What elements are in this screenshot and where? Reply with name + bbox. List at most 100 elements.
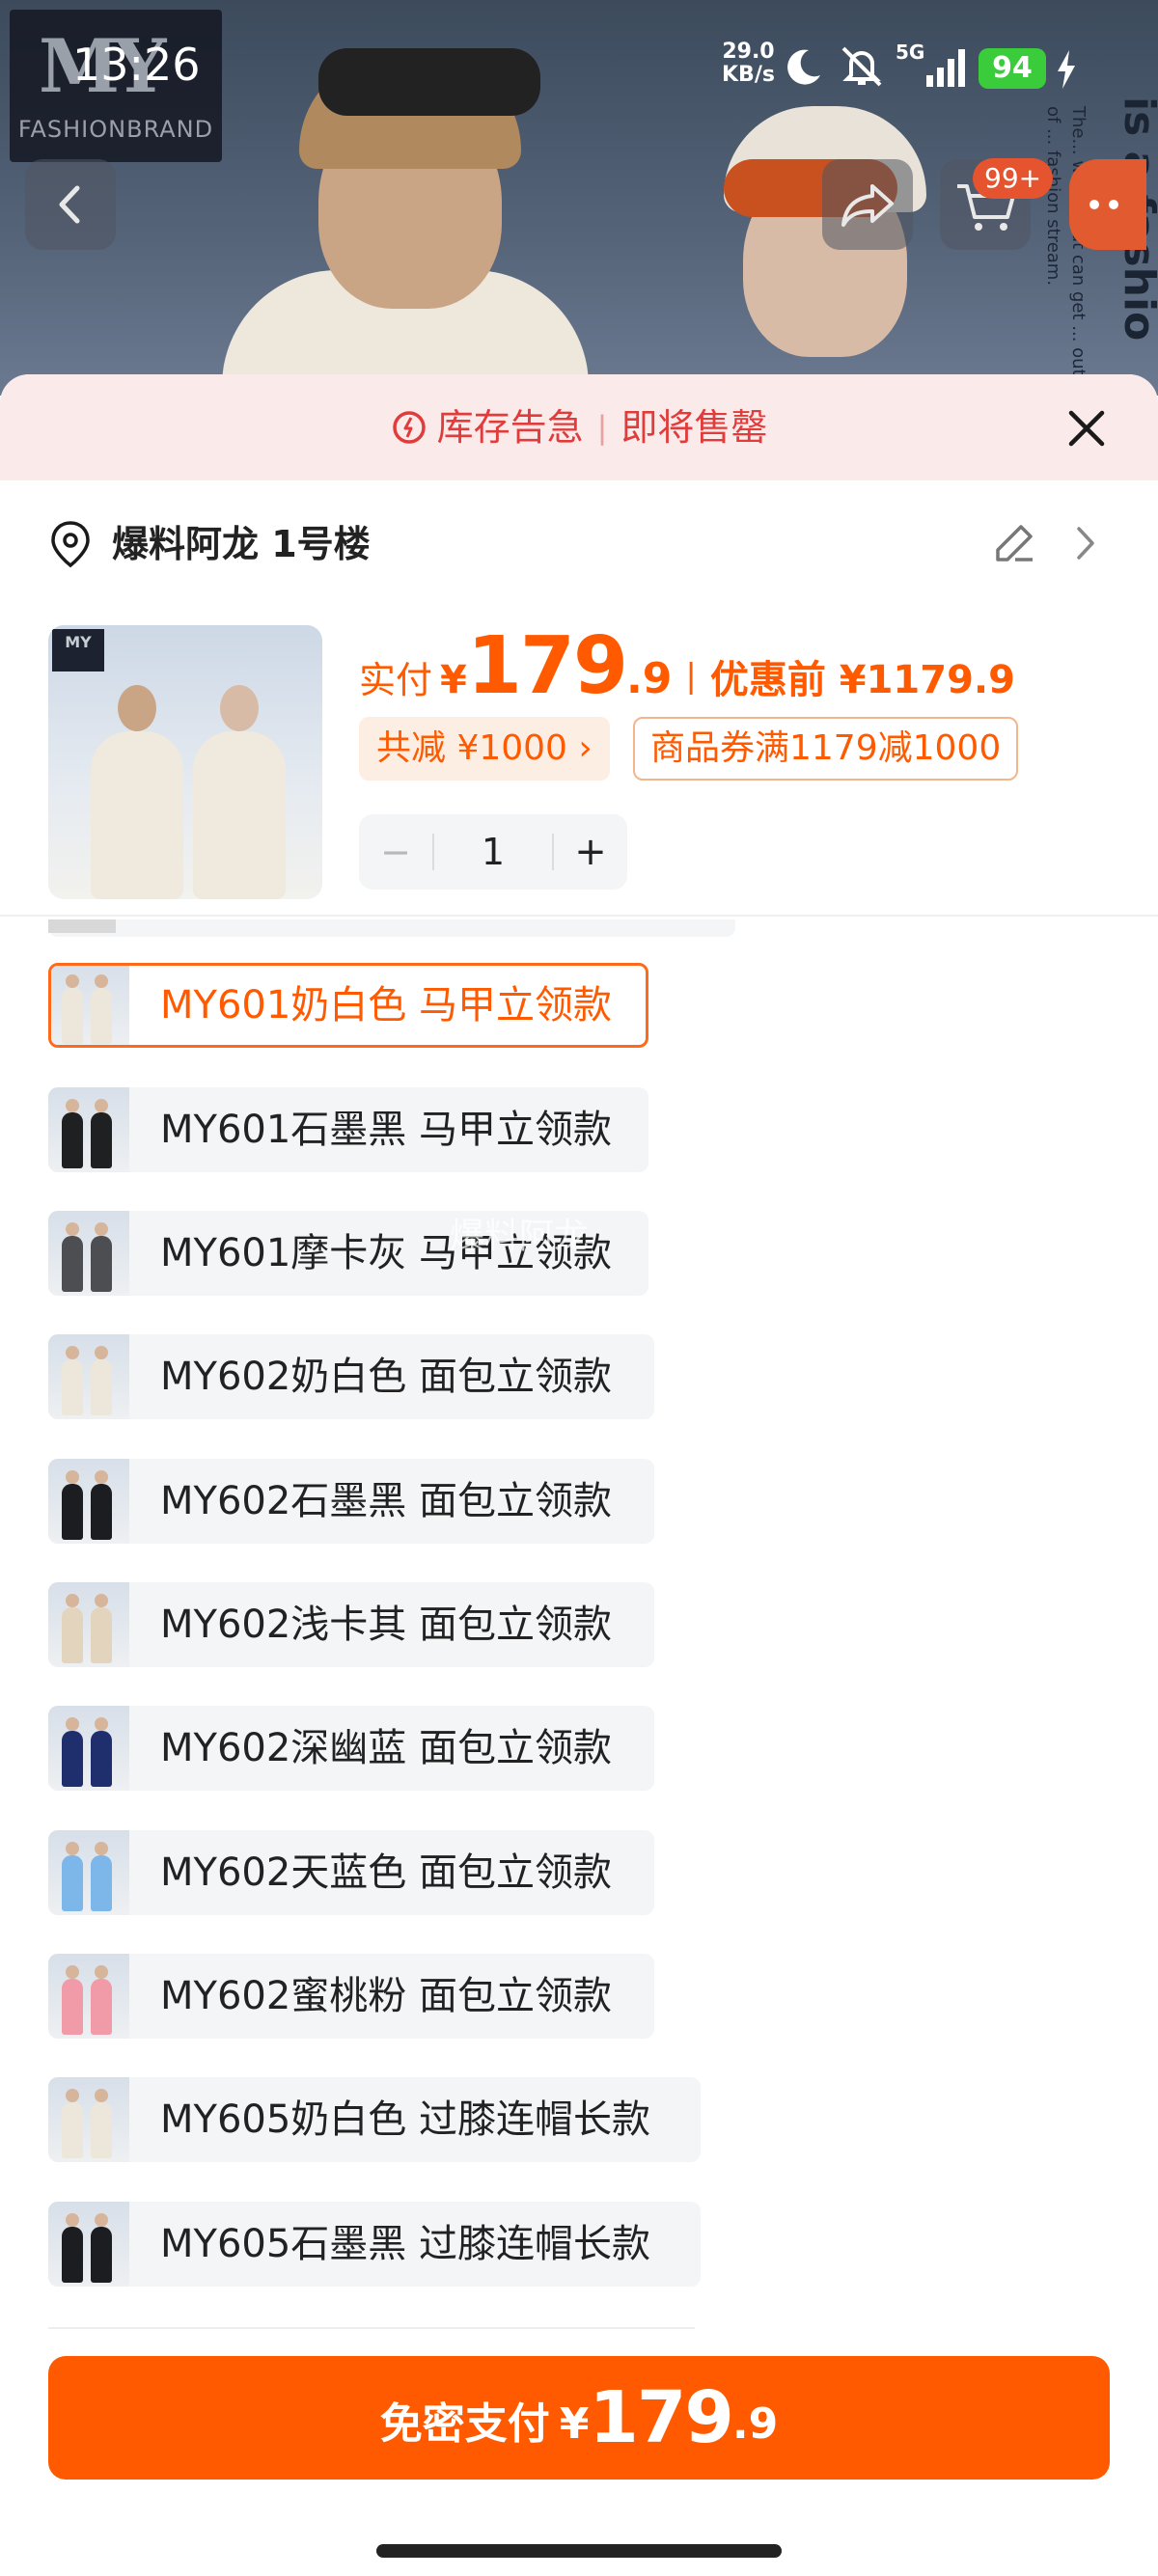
alert-separator: | [596, 409, 608, 446]
variant-option[interactable]: MY605石墨黑 过膝连帽长款 [48, 2202, 701, 2287]
variant-figure [91, 1236, 112, 1292]
back-button[interactable] [25, 159, 116, 250]
variant-thumbnail-partial [48, 919, 116, 933]
variant-figure [62, 2102, 83, 2158]
variant-option-partial [48, 919, 735, 937]
variant-option[interactable]: MY602蜜桃粉 面包立领款 [48, 1954, 654, 2039]
more-button[interactable] [1069, 159, 1146, 250]
variant-thumbnail [48, 2202, 129, 2287]
pay-amount-integer: 179 [589, 2376, 733, 2459]
variant-figure [62, 1855, 83, 1911]
thumbnail-face [220, 685, 259, 731]
product-thumbnail[interactable]: MY [48, 625, 322, 899]
variant-thumbnail [48, 1706, 129, 1791]
variant-option[interactable]: MY601石墨黑 马甲立领款 [48, 1087, 648, 1172]
password-free-pay-button[interactable]: 免密支付 ¥179.9 [48, 2356, 1110, 2480]
net-speed-value: 29.0 [722, 40, 775, 64]
share-arrow-icon [841, 184, 894, 227]
original-price: 优惠前 ¥1179.9 [709, 658, 1015, 702]
sellout-text: 即将售罄 [620, 406, 768, 449]
banner-slogan: The... world that can get ... out of ...… [1043, 106, 1089, 376]
variant-figure-head [95, 1099, 108, 1112]
cart-count-badge: 99+ [973, 158, 1054, 199]
variant-label: MY601石墨黑 马甲立领款 [160, 1108, 613, 1152]
variant-figure [62, 1359, 83, 1415]
quantity-decrease-button[interactable]: − [359, 814, 432, 890]
variant-figure [62, 1979, 83, 2035]
edit-pencil-icon[interactable] [992, 521, 1036, 565]
variant-figure [91, 1359, 112, 1415]
variant-label: MY602石墨黑 面包立领款 [160, 1479, 613, 1523]
quantity-increase-button[interactable]: + [554, 814, 627, 890]
brand-name: FASHIONBRAND [17, 116, 214, 143]
moon-icon [787, 49, 820, 85]
net-speed: 29.0 KB/s [722, 41, 775, 87]
discount-badge[interactable]: 共减 ¥1000 › [359, 717, 610, 781]
variant-label: MY602浅卡其 面包立领款 [160, 1603, 613, 1647]
variant-label: MY602天蓝色 面包立领款 [160, 1850, 613, 1895]
address-row[interactable]: 爆料阿龙 1号楼 [0, 480, 1158, 606]
thumbnail-figure [91, 731, 183, 899]
close-icon[interactable] [1062, 403, 1112, 453]
signal-icon [926, 49, 965, 87]
variant-thumbnail [48, 2077, 129, 2162]
coupon-badge: 商品券满1179减1000 [633, 717, 1019, 781]
charging-bolt-icon [1058, 50, 1075, 89]
variant-option[interactable]: MY602天蓝色 面包立领款 [48, 1830, 654, 1915]
variant-label: MY602深幽蓝 面包立领款 [160, 1726, 613, 1770]
variant-figure [62, 1484, 83, 1540]
share-button[interactable] [822, 159, 913, 250]
home-indicator[interactable] [376, 2544, 782, 2558]
variant-figure-head [95, 1346, 108, 1359]
variant-label: MY602蜜桃粉 面包立领款 [160, 1974, 613, 2018]
variant-thumbnail [48, 1830, 129, 1915]
variant-figure-head [95, 2089, 108, 2102]
variant-option[interactable]: MY602奶白色 面包立领款 [48, 1334, 654, 1419]
variant-figure-head [66, 2089, 79, 2102]
thumbnail-figure [193, 731, 286, 899]
back-arrow-icon [59, 185, 80, 224]
variant-figure [62, 988, 83, 1044]
variant-thumbnail [48, 1582, 129, 1667]
pay-currency: ¥ [559, 2399, 590, 2449]
variant-figure [91, 1484, 112, 1540]
quantity-value[interactable]: 1 [434, 814, 552, 890]
variant-figure [62, 2227, 83, 2283]
variant-figure-head [66, 1470, 79, 1484]
variant-label: MY602奶白色 面包立领款 [160, 1355, 613, 1399]
variant-option[interactable]: MY602深幽蓝 面包立领款 [48, 1706, 654, 1791]
variant-option[interactable]: MY602石墨黑 面包立领款 [48, 1459, 654, 1544]
variant-figure-head [95, 1965, 108, 1979]
net-speed-unit: KB/s [722, 63, 775, 87]
variant-figure-head [66, 974, 79, 988]
alarm-icon [392, 411, 426, 444]
sku-selection-sheet: 库存告急 | 即将售罄 爆料阿龙 1号楼 MY 实付 ¥179.9 | 优惠前 ¥1179… [0, 374, 1158, 2576]
variant-figure [91, 1607, 112, 1663]
price-currency: ¥ [440, 658, 467, 702]
variant-thumbnail [51, 966, 129, 1045]
variant-figure-head [66, 1842, 79, 1855]
variant-option[interactable]: MY602浅卡其 面包立领款 [48, 1582, 654, 1667]
variant-figure [62, 1731, 83, 1787]
variant-figure-head [66, 1965, 79, 1979]
variant-figure-head [95, 2213, 108, 2227]
location-pin-icon [51, 521, 90, 568]
variant-figure-head [95, 1470, 108, 1484]
price-line: 实付 ¥179.9 | 优惠前 ¥1179.9 [359, 620, 1015, 712]
variant-thumbnail [48, 1334, 129, 1419]
variant-figure-head [95, 1842, 108, 1855]
variant-figure [91, 1855, 112, 1911]
variant-figure [91, 1979, 112, 2035]
pay-amount-decimal: .9 [731, 2399, 779, 2449]
thumbnail-logo: MY [52, 629, 104, 671]
list-bottom-divider [48, 2327, 695, 2329]
variant-thumbnail [48, 1087, 129, 1172]
variant-option[interactable]: MY601奶白色 马甲立领款 [48, 963, 648, 1048]
variant-label: MY605石墨黑 过膝连帽长款 [160, 2222, 651, 2266]
variant-option[interactable]: MY605奶白色 过膝连帽长款 [48, 2077, 701, 2162]
chevron-right-icon[interactable] [1071, 523, 1100, 563]
header-divider [0, 915, 1158, 917]
variant-figure [91, 1731, 112, 1787]
variant-label: MY605奶白色 过膝连帽长款 [160, 2097, 651, 2142]
variant-figure [91, 2227, 112, 2283]
